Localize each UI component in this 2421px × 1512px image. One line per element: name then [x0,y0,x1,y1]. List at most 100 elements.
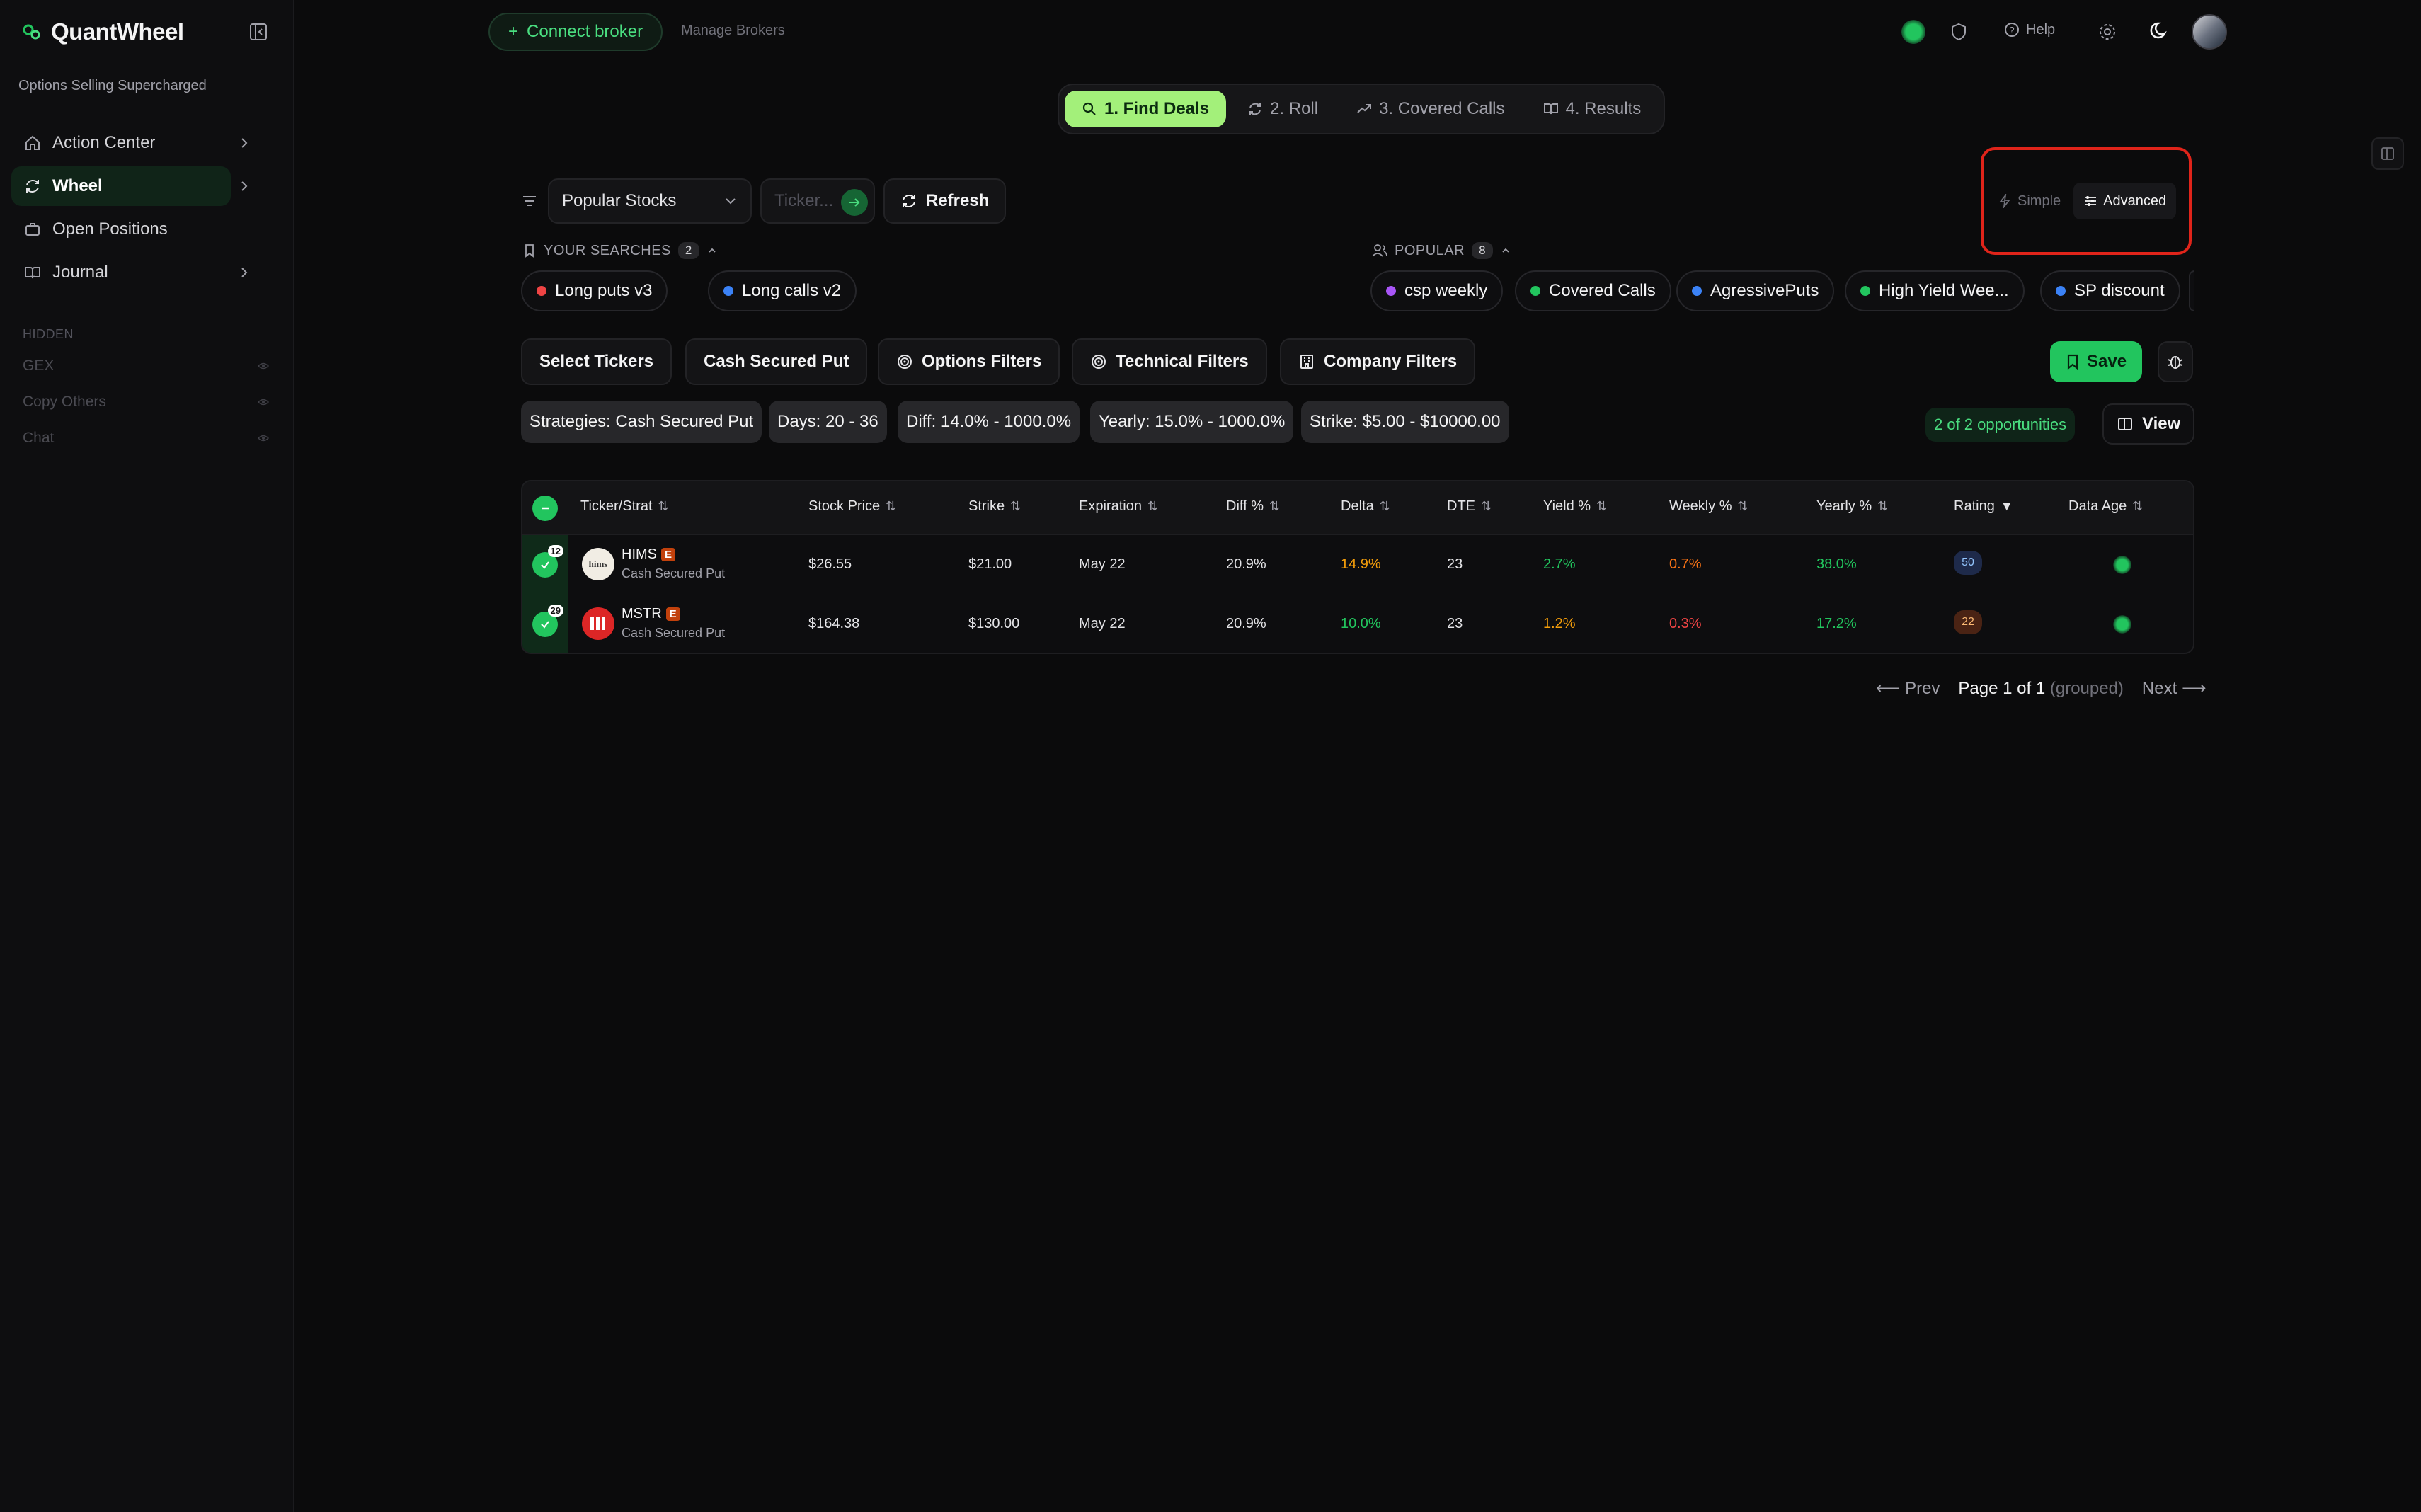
mode-simple-button[interactable]: Simple [1988,183,2071,219]
popular-searches-header[interactable]: POPULAR 8 [1372,242,1511,259]
eye-icon[interactable] [258,433,269,444]
user-avatar[interactable] [2192,14,2227,50]
chevron-up-icon[interactable] [706,245,718,256]
popular-search-chip[interactable]: High Yield Wee... [1845,270,2025,311]
app-logo[interactable]: QuantWheel [21,18,184,45]
column-header-weekly[interactable]: Weekly % ⇅ [1669,498,1748,515]
column-header-yearly[interactable]: Yearly % ⇅ [1816,498,1888,515]
shield-icon[interactable] [1948,21,1969,42]
saved-search-chip[interactable]: Long calls v2 [708,270,857,311]
strategy-label: Cash Secured Put [704,352,849,371]
row-count-badge: 12 [547,545,563,557]
mstr-logo-icon [590,617,605,630]
popular-search-chip[interactable]: Covered Calls [1515,270,1671,311]
chevron-up-icon[interactable] [1500,245,1511,256]
options-filters-button[interactable]: Options Filters [878,338,1060,385]
table-row[interactable]: 29 MSTR E Cash Secured Put $164.38 $130.0… [522,595,2193,653]
minus-icon [542,507,549,510]
sidebar-item-journal[interactable]: Journal [11,253,259,292]
your-searches-header[interactable]: YOUR SEARCHES 2 [522,242,718,259]
tab-results[interactable]: 4. Results [1526,91,1659,127]
select-all-checkbox[interactable] [532,496,558,521]
popular-search-label: AgressivePuts [1710,281,1819,300]
hidden-item-copy-others[interactable]: Copy Others [23,394,269,411]
popular-search-chip-overflow[interactable] [2189,270,2194,311]
column-header-rating[interactable]: Rating ▼ [1954,498,2013,515]
ticker-logo: hims [582,548,614,580]
table-row[interactable]: 12 hims HIMS E Cash Secured Put $26.55 $2… [522,535,2193,595]
column-header-stock-price[interactable]: Stock Price ⇅ [808,498,896,515]
saved-search-chip[interactable]: Long puts v3 [521,270,668,311]
universe-select[interactable]: Popular Stocks [548,178,752,224]
weekly-cell: 0.3% [1669,616,1702,631]
help-button[interactable]: ? Help [2003,21,2055,38]
column-header-yield[interactable]: Yield % ⇅ [1543,498,1607,515]
delta-cell: 14.9% [1341,556,1381,572]
column-header-ticker[interactable]: Ticker/Strat ⇅ [580,498,669,515]
book-icon [1543,103,1558,115]
opportunities-count: 2 of 2 opportunities [1925,408,2076,442]
tab-roll[interactable]: 2. Roll [1230,91,1335,127]
chevron-right-icon [241,138,248,148]
refresh-button[interactable]: Refresh [883,178,1007,224]
ticker-symbol[interactable]: HIMS E [622,546,676,563]
popular-search-chip[interactable]: AgressivePuts [1676,270,1835,311]
active-filter-pill[interactable]: Strike: $5.00 - $10000.00 [1301,401,1509,443]
users-icon [1372,244,1387,257]
earnings-badge: E [661,548,676,561]
sort-icon: ⇅ [1481,499,1492,513]
mode-advanced-button[interactable]: Advanced [2073,183,2177,219]
column-header-label: Yield % [1543,498,1591,514]
active-filter-pill[interactable]: Yearly: 15.0% - 1000.0% [1090,401,1294,443]
save-button[interactable]: Save [2050,341,2143,382]
eye-icon[interactable] [258,396,269,408]
column-header-label: Delta [1341,498,1374,514]
column-header-delta[interactable]: Delta ⇅ [1341,498,1390,515]
hidden-item-gex[interactable]: GEX [23,357,269,374]
row-checkbox[interactable]: 29 [532,605,563,637]
collapse-sidebar-icon[interactable] [248,21,269,42]
moon-icon[interactable] [2149,20,2170,41]
row-checkbox[interactable]: 12 [532,545,563,578]
sidebar-item-action-center[interactable]: Action Center [11,123,259,163]
next-page-button[interactable]: Next ⟶ [2142,678,2206,699]
company-filters-button[interactable]: Company Filters [1280,338,1476,385]
sidebar-item-wheel[interactable]: Wheel [11,166,248,206]
gear-icon[interactable] [2097,21,2118,42]
prev-page-button[interactable]: ⟵ Prev [1876,678,1940,699]
ticker-input[interactable]: Ticker... [760,178,875,224]
sidebar-item-open-positions[interactable]: Open Positions [11,210,259,249]
plus-icon: + [508,22,519,41]
eye-icon[interactable] [258,360,269,372]
debug-button[interactable] [2158,341,2193,382]
select-tickers-button[interactable]: Select Tickers [521,338,672,385]
ticker-symbol[interactable]: MSTR E [622,606,680,622]
strategy-button[interactable]: Cash Secured Put [685,338,868,385]
column-header-strike[interactable]: Strike ⇅ [968,498,1021,515]
ticker-go-button[interactable] [841,189,868,216]
side-panel-toggle[interactable] [2371,137,2404,170]
filter-icon [523,196,536,206]
active-filter-pill[interactable]: Strategies: Cash Secured Put [521,401,762,443]
tab-find-deals[interactable]: 1. Find Deals [1065,91,1227,127]
connect-broker-button[interactable]: + Connect broker [488,13,663,51]
view-button[interactable]: View [2102,403,2195,445]
active-filter-pill[interactable]: Days: 20 - 36 [769,401,887,443]
popular-search-chip[interactable]: SP discount [2040,270,2180,311]
column-header-diff[interactable]: Diff % ⇅ [1226,498,1280,515]
dte-cell: 23 [1447,616,1463,631]
column-header-dte[interactable]: DTE ⇅ [1447,498,1492,515]
technical-filters-button[interactable]: Technical Filters [1072,338,1267,385]
delta-cell: 10.0% [1341,616,1381,631]
column-header-data-age[interactable]: Data Age ⇅ [2068,498,2143,515]
search-color-dot [537,286,546,296]
target-icon [898,355,912,369]
manage-brokers-link[interactable]: Manage Brokers [681,23,785,39]
bookmark-icon [525,244,534,258]
tab-covered-calls[interactable]: 3. Covered Calls [1339,91,1521,127]
active-filter-pill[interactable]: Diff: 14.0% - 1000.0% [898,401,1080,443]
hidden-item-chat[interactable]: Chat [23,430,269,447]
column-header-label: Strike [968,498,1005,514]
popular-search-chip[interactable]: csp weekly [1370,270,1504,311]
column-header-expiration[interactable]: Expiration ⇅ [1079,498,1158,515]
